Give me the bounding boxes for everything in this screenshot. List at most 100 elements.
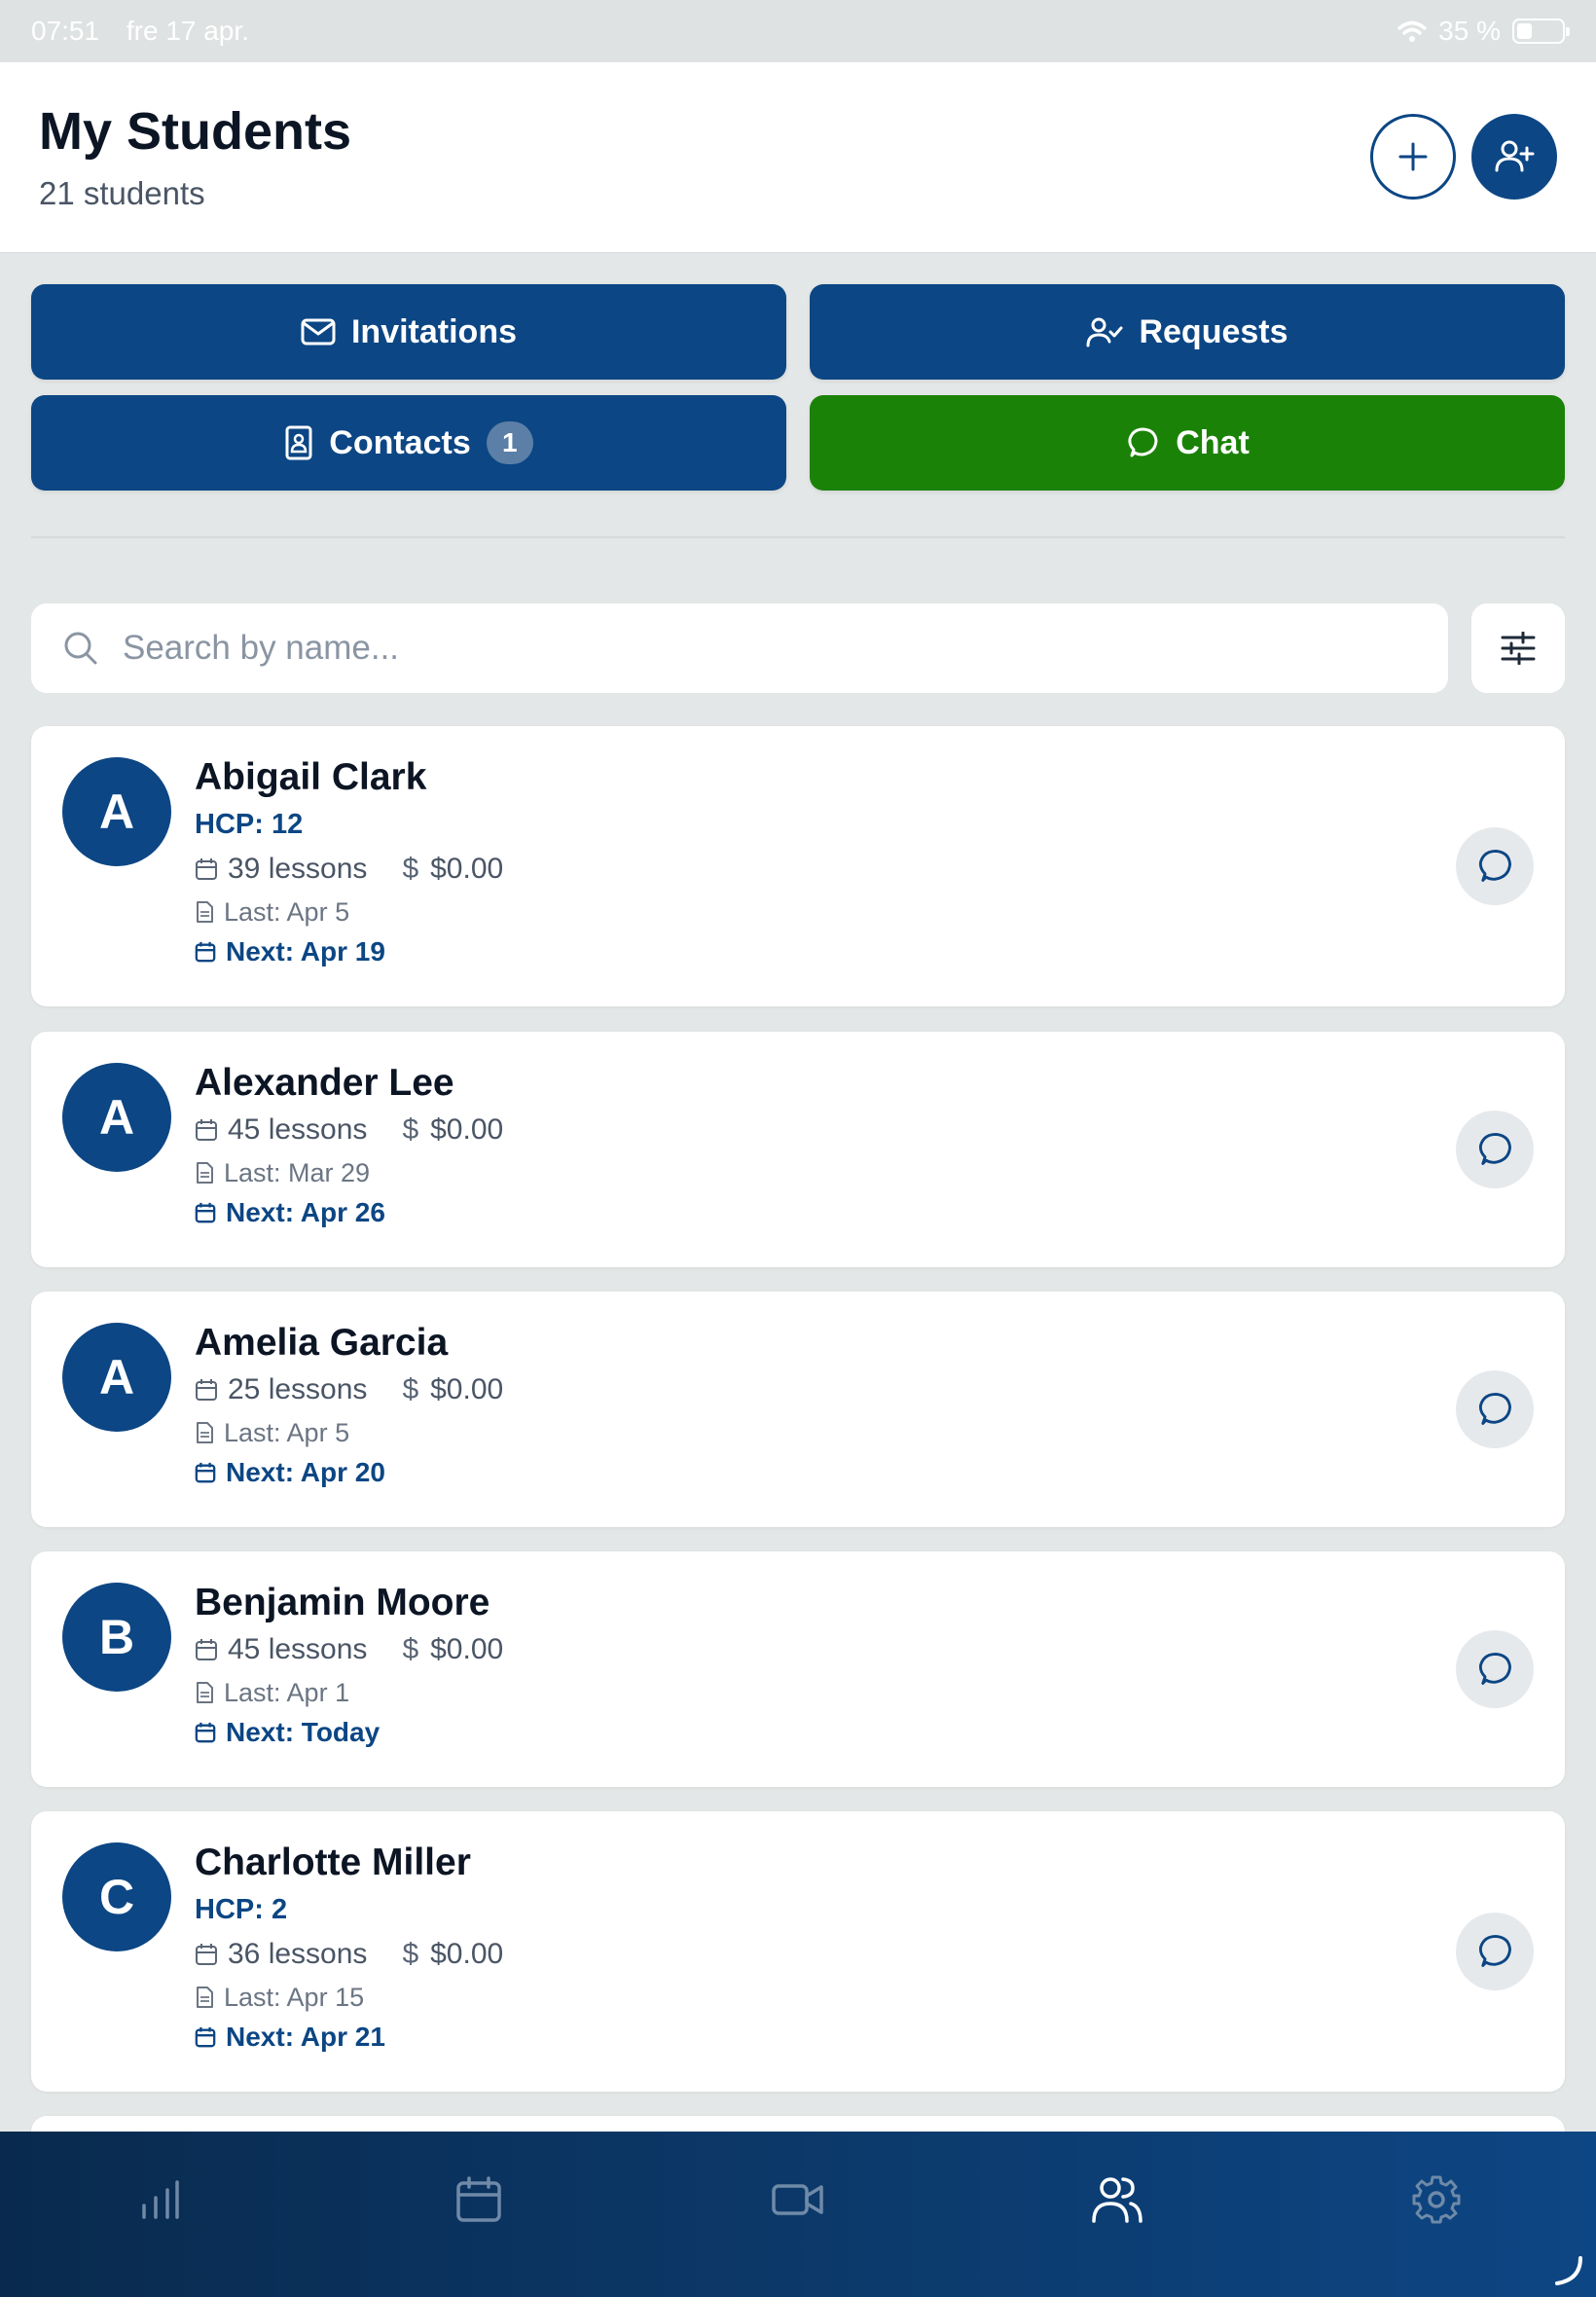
invitations-label: Invitations	[350, 312, 518, 350]
balance-group: $ $0.00	[402, 847, 503, 892]
contact-book-icon	[285, 425, 312, 460]
users-icon	[1092, 2177, 1143, 2223]
student-name: Abigail Clark	[195, 756, 427, 798]
filter-button[interactable]	[1471, 603, 1565, 693]
student-name: Benjamin Moore	[195, 1582, 490, 1623]
calendar-icon	[196, 858, 217, 880]
chat-label: Chat	[1176, 423, 1250, 461]
avatar: A	[62, 1063, 171, 1172]
dollar-icon: $	[402, 1113, 419, 1146]
bar-chart-icon	[142, 2180, 179, 2219]
tab-calendar[interactable]	[319, 2132, 638, 2268]
balance-value: $0.00	[430, 1113, 504, 1146]
balance-value: $0.00	[430, 1373, 504, 1405]
chat-button[interactable]: Chat	[810, 395, 1565, 491]
requests-button[interactable]: Requests	[810, 284, 1565, 380]
search-bar	[31, 603, 1448, 693]
invitations-button[interactable]: Invitations	[31, 284, 786, 380]
student-info: Alexander Lee 45 lessons $ $0.00 Last: M…	[195, 1059, 538, 1232]
calendar-icon	[195, 1202, 216, 1223]
calendar-icon	[196, 1639, 217, 1660]
calendar-icon	[195, 1722, 216, 1743]
add-button[interactable]	[1370, 114, 1456, 200]
last-lesson-text: Last: Apr 5	[224, 1418, 350, 1447]
student-chat-button[interactable]	[1456, 1913, 1534, 1990]
wifi-icon	[1397, 20, 1427, 42]
contacts-badge: 1	[486, 421, 533, 464]
student-info: Charlotte Miller HCP: 2 36 lessons $ $0.…	[195, 1839, 538, 2057]
search-input[interactable]	[123, 629, 1388, 668]
gear-icon	[1412, 2175, 1461, 2224]
document-icon	[197, 1162, 213, 1184]
student-chat-button[interactable]	[1456, 1630, 1534, 1708]
requests-label: Requests	[1139, 312, 1288, 350]
last-lesson-text: Last: Apr 15	[224, 1983, 365, 2012]
last-lesson: Last: Apr 1	[195, 1672, 538, 1713]
student-info: Amelia Garcia 25 lessons $ $0.00 Last: A…	[195, 1319, 538, 1492]
balance-value: $0.00	[430, 1633, 504, 1665]
lessons-group: 36 lessons	[195, 1932, 367, 1977]
status-bar: 07:51 fre 17 apr. 35 %	[0, 0, 1596, 62]
balance-group: $ $0.00	[402, 1932, 503, 1977]
student-card[interactable]: C Charlotte Miller HCP: 2 36 lessons $ $…	[31, 1811, 1565, 2092]
tab-stats[interactable]	[0, 2132, 319, 2268]
next-lesson: Next: Apr 20	[195, 1453, 538, 1492]
document-icon	[197, 901, 213, 923]
contacts-button[interactable]: Contacts 1	[31, 395, 786, 491]
student-chat-button[interactable]	[1456, 827, 1534, 905]
avatar: C	[62, 1842, 171, 1951]
student-card[interactable]: B Benjamin Moore 45 lessons $ $0.00 Last…	[31, 1551, 1565, 1787]
student-card[interactable]: A Alexander Lee 45 lessons $ $0.00 Last:…	[31, 1032, 1565, 1267]
last-lesson: Last: Mar 29	[195, 1152, 538, 1193]
lessons-group: 45 lessons	[195, 1108, 367, 1152]
student-chat-button[interactable]	[1456, 1370, 1534, 1448]
calendar-icon	[196, 1944, 217, 1965]
loading-indicator-icon	[1555, 2256, 1582, 2285]
next-lesson: Next: Apr 26	[195, 1193, 538, 1232]
student-card[interactable]: A Abigail Clark HCP: 12 39 lessons $ $0.…	[31, 726, 1565, 1006]
tab-video[interactable]	[638, 2132, 958, 2268]
lessons-count: 25 lessons	[228, 1373, 368, 1405]
student-stats: 39 lessons $ $0.00	[195, 847, 538, 892]
student-info: Abigail Clark HCP: 12 39 lessons $ $0.00…	[195, 753, 538, 971]
student-count: 21 students	[39, 175, 205, 211]
calendar-icon	[196, 1119, 217, 1141]
last-lesson-text: Last: Apr 5	[224, 897, 350, 927]
student-chat-button[interactable]	[1456, 1111, 1534, 1188]
dollar-icon: $	[402, 1373, 419, 1405]
tab-settings[interactable]	[1277, 2132, 1596, 2268]
user-plus-icon	[1495, 140, 1535, 172]
lessons-count: 45 lessons	[228, 1633, 368, 1665]
avatar: A	[62, 1323, 171, 1432]
student-stats: 36 lessons $ $0.00	[195, 1932, 538, 1977]
student-card[interactable]: A Amelia Garcia 25 lessons $ $0.00 Last:…	[31, 1292, 1565, 1527]
dollar-icon: $	[402, 1938, 419, 1970]
balance-value: $0.00	[430, 1938, 504, 1970]
user-check-icon	[1086, 317, 1123, 347]
next-lesson: Next: Apr 21	[195, 2018, 538, 2057]
avatar: B	[62, 1583, 171, 1692]
document-icon	[197, 1987, 213, 2008]
balance-group: $ $0.00	[402, 1367, 503, 1412]
chat-bubble-icon	[1478, 1935, 1511, 1967]
status-date: fre 17 apr.	[126, 16, 249, 46]
battery-text: 35 %	[1438, 16, 1501, 46]
student-stats: 45 lessons $ $0.00	[195, 1627, 538, 1672]
balance-value: $0.00	[430, 853, 504, 885]
last-lesson-text: Last: Apr 1	[224, 1678, 350, 1707]
student-stats: 25 lessons $ $0.00	[195, 1367, 538, 1412]
chat-bubble-icon	[1478, 1393, 1511, 1425]
lessons-count: 45 lessons	[228, 1113, 368, 1146]
lessons-group: 39 lessons	[195, 847, 367, 892]
last-lesson: Last: Apr 5	[195, 1412, 538, 1453]
avatar: A	[62, 757, 171, 866]
next-lesson-text: Next: Apr 21	[226, 2022, 385, 2052]
add-student-button[interactable]	[1471, 114, 1557, 200]
tab-students[interactable]	[958, 2132, 1277, 2268]
last-lesson: Last: Apr 5	[195, 892, 538, 932]
lessons-count: 36 lessons	[228, 1938, 368, 1970]
balance-group: $ $0.00	[402, 1627, 503, 1672]
student-name: Amelia Garcia	[195, 1322, 449, 1364]
student-hcp: HCP: 2	[195, 1894, 288, 1925]
student-name: Alexander Lee	[195, 1062, 454, 1104]
